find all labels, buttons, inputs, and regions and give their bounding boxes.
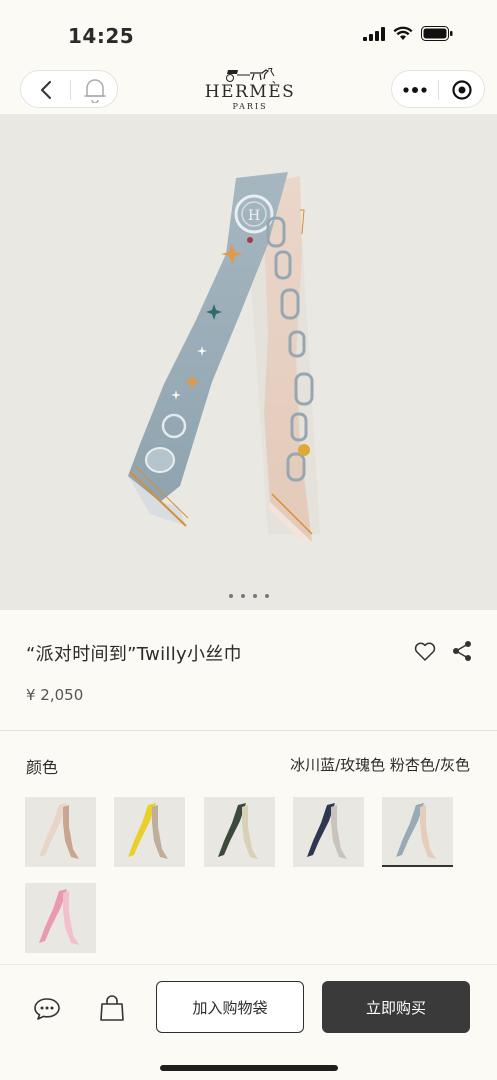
pagination-dot[interactable] (228, 594, 233, 598)
share-button[interactable] (452, 640, 472, 662)
buy-now-button[interactable]: 立即购买 (322, 981, 470, 1033)
swatch-navy[interactable] (293, 797, 364, 867)
back-button[interactable] (21, 71, 70, 109)
selected-color-name: 冰川蓝/玫瑰色 粉杏色/灰色 (290, 756, 470, 774)
swatch-rose[interactable] (25, 797, 96, 867)
scarf-thumbnail-icon (39, 889, 79, 945)
home-indicator[interactable] (160, 1065, 338, 1071)
gallery-pagination (0, 594, 497, 598)
svg-text:H: H (248, 208, 260, 224)
brand-name: HERMÈS (204, 82, 296, 102)
product-price: ¥ 2,050 (26, 686, 84, 704)
nav-bar: HERMÈS PARIS (0, 68, 497, 114)
nav-left-capsule (20, 70, 118, 108)
customer-service-button[interactable] (33, 997, 61, 1021)
close-miniprogram-button[interactable] (439, 71, 485, 109)
brand-subtitle: PARIS (232, 102, 268, 111)
scarf-thumbnail-icon (39, 803, 79, 859)
product-image[interactable]: H (0, 114, 497, 610)
scarf-thumbnail-icon (128, 803, 168, 859)
status-icons (363, 26, 453, 41)
swatch-dark-green[interactable] (204, 797, 275, 867)
swatch-blue-apricot[interactable] (382, 797, 453, 867)
nav-right-capsule (391, 70, 485, 108)
chat-bubble-icon (34, 998, 60, 1020)
shopping-bag-icon (100, 995, 124, 1021)
color-label: 颜色 (26, 758, 59, 777)
cellular-signal-icon (363, 26, 385, 41)
bell-icon (83, 79, 106, 103)
pagination-dot[interactable] (252, 594, 257, 598)
battery-icon (421, 26, 453, 41)
scarf-thumbnail-icon (218, 803, 258, 859)
add-to-cart-button[interactable]: 加入购物袋 (156, 981, 304, 1033)
status-time: 14:25 (68, 24, 135, 48)
more-dots-icon (403, 87, 427, 93)
share-icon (453, 641, 471, 661)
twilly-scarf-illustration: H (128, 172, 320, 542)
heart-icon (414, 642, 436, 661)
swatch-yellow[interactable] (114, 797, 185, 867)
product-title: “派对时间到”Twilly小丝巾 (26, 644, 242, 665)
pagination-dot[interactable] (264, 594, 269, 598)
back-chevron-icon (40, 81, 51, 99)
notification-button[interactable] (70, 71, 119, 109)
more-button[interactable] (392, 71, 438, 109)
status-bar: 14:25 (0, 0, 497, 68)
wifi-icon (393, 26, 413, 40)
favorite-button[interactable] (414, 642, 436, 662)
section-divider (0, 730, 497, 731)
target-close-icon (452, 80, 472, 100)
pagination-dot[interactable] (240, 594, 245, 598)
brand-logo: HERMÈS PARIS (190, 68, 310, 114)
shopping-bag-button[interactable] (99, 995, 125, 1021)
bottom-action-bar: 加入购物袋 立即购买 (0, 964, 497, 1080)
scarf-thumbnail-icon (307, 803, 347, 859)
swatch-pink[interactable] (25, 883, 96, 953)
carriage-logo-icon (226, 68, 275, 82)
scarf-thumbnail-icon (396, 803, 436, 859)
